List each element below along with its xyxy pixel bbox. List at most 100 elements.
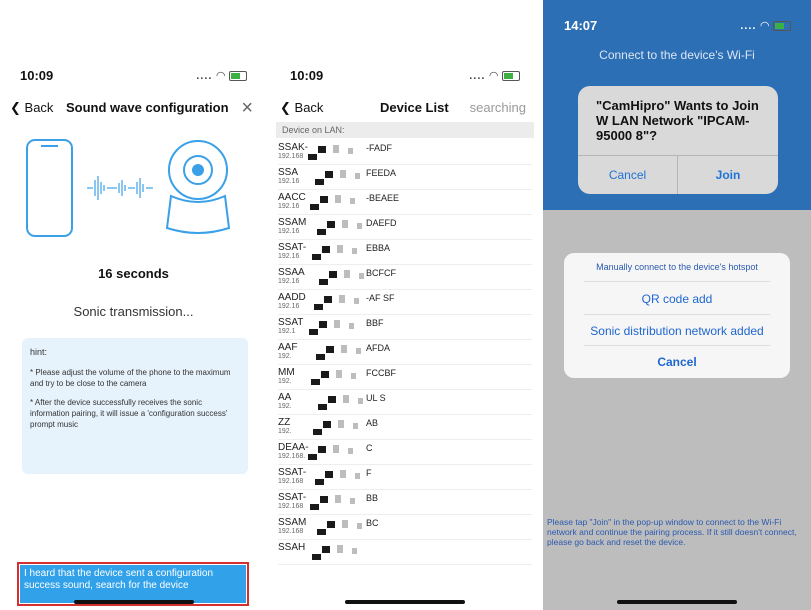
device-name: SSAM — [278, 517, 307, 528]
redaction-mark — [325, 471, 333, 478]
redaction-mark — [334, 320, 340, 328]
signal-icon: .... — [196, 70, 213, 82]
device-ip: 192.168 — [278, 153, 304, 160]
redaction-mark — [309, 329, 318, 335]
home-indicator — [345, 600, 465, 604]
transmission-status: Sonic transmission... — [73, 304, 194, 319]
device-id-suffix: DAEFD — [366, 218, 397, 228]
redaction-mark — [318, 404, 327, 410]
sonic-network-add-button[interactable]: Sonic distribution network added — [564, 324, 790, 338]
redaction-mark — [312, 554, 321, 560]
status-time: 10:09 — [20, 68, 54, 83]
redaction-mark — [357, 223, 362, 229]
device-ip: 192.16 — [278, 303, 300, 310]
device-list-item[interactable]: AACC 192.16 -BEAEE — [278, 190, 532, 215]
status-icons: .... ◠ — [740, 19, 791, 32]
redaction-mark — [353, 423, 358, 429]
redaction-mark — [335, 195, 341, 203]
device-name: SSA — [278, 167, 299, 178]
device-list-screen: 10:09 .... ◠ ❮ Back Device List searchin… — [270, 0, 540, 610]
device-ip: 192.1 — [278, 328, 296, 335]
redaction-mark — [340, 170, 346, 178]
redaction-mark — [320, 496, 328, 503]
device-list-item[interactable]: SSAA 192.16 BCFCF — [278, 265, 532, 290]
wifi-icon: ◠ — [489, 70, 499, 82]
redaction-mark — [357, 523, 362, 529]
redaction-mark — [350, 198, 355, 204]
redaction-mark — [341, 345, 347, 353]
device-ip: 192.16 — [278, 203, 300, 210]
sheet-cancel-button[interactable]: Cancel — [564, 355, 790, 369]
redaction-mark — [354, 298, 359, 304]
redaction-mark — [333, 145, 339, 153]
device-list-item[interactable]: SSAT- 192.168 F — [278, 465, 532, 490]
device-list-item[interactable]: ZZ 192. AB — [278, 415, 532, 440]
device-list-item[interactable]: AADD 192.16 -AF SF — [278, 290, 532, 315]
qr-code-add-button[interactable]: QR code add — [564, 292, 790, 306]
page-title: Sound wave configuration — [66, 100, 229, 115]
device-name: AA — [278, 392, 292, 403]
wifi-icon: ◠ — [760, 20, 770, 32]
battery-icon — [773, 21, 791, 32]
device-list-item[interactable]: SSAK- 192.168 -FADF — [278, 140, 532, 165]
chevron-left-icon: ❮ — [280, 100, 291, 115]
device-list-item[interactable]: SSAT 192.1 BBF — [278, 315, 532, 340]
device-list-item[interactable]: SSAM 192.168 BC — [278, 515, 532, 540]
signal-icon: .... — [469, 70, 486, 82]
back-button[interactable]: ❮ Back — [280, 100, 323, 116]
device-list-item[interactable]: SSAT- 192.16 EBBA — [278, 240, 532, 265]
battery-icon — [229, 71, 247, 82]
redaction-mark — [322, 546, 330, 553]
redaction-mark — [348, 148, 353, 154]
device-ip: 192.168 — [278, 528, 304, 535]
redaction-mark — [319, 321, 327, 328]
device-id-suffix: -FADF — [366, 143, 392, 153]
redaction-mark — [340, 470, 346, 478]
wifi-icon: ◠ — [216, 70, 226, 82]
redaction-mark — [310, 504, 319, 510]
redaction-mark — [318, 446, 326, 453]
battery-icon — [502, 71, 520, 82]
device-list-item[interactable]: DEAA- 192.168. C — [278, 440, 532, 465]
back-button[interactable]: ❮ Back — [10, 100, 53, 116]
redaction-mark — [336, 370, 342, 378]
redaction-mark — [351, 373, 356, 379]
device-ip: 192.16 — [278, 253, 300, 260]
device-list-item[interactable]: SSA 192.16 FEEDA — [278, 165, 532, 190]
device-list-item[interactable]: SSAT- 192.168 BB — [278, 490, 532, 515]
close-icon[interactable]: × — [241, 97, 253, 120]
device-id-suffix: UL S — [366, 393, 386, 403]
device-list-item[interactable]: AA 192. UL S — [278, 390, 532, 415]
device-id-suffix: BC — [366, 518, 379, 528]
search-device-button[interactable]: I heard that the device sent a configura… — [17, 562, 249, 606]
redaction-mark — [308, 154, 317, 160]
device-id-suffix: FCCBF — [366, 368, 396, 378]
sound-wave-icon — [87, 176, 153, 200]
device-ip: 192.16 — [278, 178, 300, 185]
alert-join-button[interactable]: Join — [678, 156, 778, 194]
redaction-mark — [313, 429, 322, 435]
device-id-suffix: -BEAEE — [366, 193, 400, 203]
back-label: Back — [294, 100, 324, 115]
device-list-item[interactable]: SSAM 192.16 DAEFD — [278, 215, 532, 240]
device-ip: 192.168 — [278, 503, 304, 510]
redaction-mark — [315, 479, 324, 485]
redaction-mark — [343, 395, 349, 403]
device-id-suffix: EBBA — [366, 243, 391, 253]
device-id-suffix: BBF — [366, 318, 384, 328]
sheet-title: Manually connect to the device's hotspot — [596, 262, 758, 272]
redaction-mark — [349, 323, 354, 329]
wifi-connect-screen: 14:07 .... ◠ Connect to the device's Wi-… — [543, 0, 811, 610]
alert-cancel-button[interactable]: Cancel — [578, 156, 678, 194]
device-list-item[interactable]: SSAH — [278, 540, 532, 565]
device-list-item[interactable]: MM 192. FCCBF — [278, 365, 532, 390]
redaction-mark — [338, 420, 344, 428]
search-status: searching — [469, 100, 526, 115]
device-name: DEAA- — [278, 442, 309, 453]
redaction-mark — [314, 304, 323, 310]
connect-options-sheet: Manually connect to the device's hotspot… — [564, 253, 790, 378]
device-ip: 192. — [278, 403, 292, 410]
device-id-suffix: FEEDA — [366, 168, 397, 178]
device-list-item[interactable]: AAF 192. AFDA — [278, 340, 532, 365]
hint-item: * After the device successfully receives… — [30, 398, 228, 429]
